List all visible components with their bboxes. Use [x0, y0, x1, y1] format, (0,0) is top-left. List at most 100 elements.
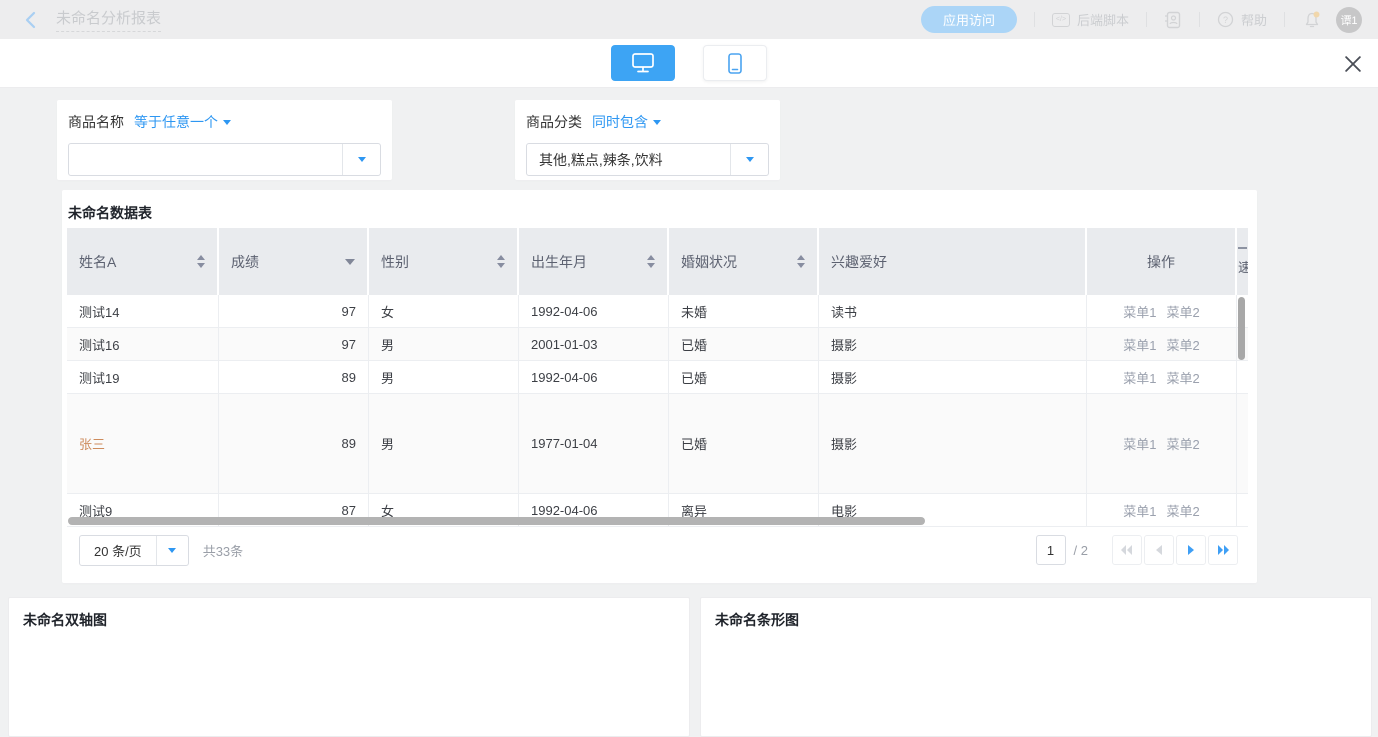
cell-name: 测试14	[67, 295, 219, 327]
pagination-bar: 20 条/页 共33条 / 2	[67, 534, 1252, 566]
sort-icon	[647, 255, 655, 268]
column-label: 姓名A	[79, 252, 116, 272]
filter-operator-label: 等于任意一个	[134, 112, 218, 132]
filter-value-input[interactable]	[69, 144, 342, 175]
divider	[1284, 12, 1285, 27]
filter-select-caret[interactable]	[730, 144, 768, 175]
menu2-link[interactable]: 菜单2	[1167, 434, 1200, 453]
report-title[interactable]: 未命名分析报表	[56, 7, 161, 32]
close-icon	[1345, 56, 1361, 72]
app-access-button[interactable]: 应用访问	[921, 6, 1017, 33]
menu2-link[interactable]: 菜单2	[1167, 302, 1200, 321]
cell-actions: 菜单1 菜单2	[1087, 328, 1237, 360]
cell-birth: 1992-04-06	[519, 295, 669, 327]
column-header-name[interactable]: 姓名A	[67, 228, 219, 295]
next-page-button[interactable]	[1176, 535, 1206, 565]
data-table-card: 未命名数据表 姓名A 成绩 性别 出生年月 婚姻状况	[62, 190, 1257, 583]
table-row: 测试14 97 女 1992-04-06 未婚 读书 菜单1 菜单2	[67, 295, 1248, 328]
cell-name: 测试16	[67, 328, 219, 360]
cell-gender: 男	[369, 361, 519, 393]
back-button[interactable]	[20, 9, 42, 31]
menu2-link[interactable]: 菜单2	[1167, 335, 1200, 354]
cell-actions: 菜单1 菜单2	[1087, 295, 1237, 327]
prev-page-button[interactable]	[1144, 535, 1174, 565]
menu2-link[interactable]: 菜单2	[1167, 368, 1200, 387]
chevron-down-icon	[358, 157, 366, 162]
help-icon: ?	[1217, 11, 1234, 28]
page-size-caret[interactable]	[156, 536, 188, 565]
column-label: 速	[1238, 257, 1248, 276]
topbar: 未命名分析报表 应用访问 </> 后端脚本 ? 帮助	[0, 0, 1378, 39]
page-nav-buttons	[1112, 535, 1238, 565]
backend-script-button[interactable]: </> 后端脚本	[1052, 10, 1129, 29]
backend-script-label: 后端脚本	[1077, 10, 1129, 29]
avatar[interactable]: 谭1	[1336, 7, 1362, 33]
cell-hobby: 读书	[819, 295, 1087, 327]
filter-value-select[interactable]	[68, 143, 381, 176]
cell-birth: 1977-01-04	[519, 394, 669, 493]
column-header-gender[interactable]: 性别	[369, 228, 519, 295]
close-preview-button[interactable]	[1342, 53, 1364, 75]
cell-name: 测试19	[67, 361, 219, 393]
cell-actions: 菜单1 菜单2	[1087, 494, 1237, 526]
cell-gender: 女	[369, 295, 519, 327]
divider	[1199, 12, 1200, 27]
mobile-view-button[interactable]	[703, 45, 767, 81]
cell-score: 89	[219, 394, 369, 493]
filter-operator-label: 同时包含	[592, 112, 648, 132]
page-size-select[interactable]: 20 条/页	[79, 535, 189, 566]
column-header-marital[interactable]: 婚姻状况	[669, 228, 819, 295]
bar-chart-card: 未命名条形图	[700, 597, 1372, 737]
double-chevron-left-icon	[1121, 545, 1133, 555]
column-header-birth[interactable]: 出生年月	[519, 228, 669, 295]
column-label: 性别	[381, 252, 409, 272]
filter-value-input[interactable]	[527, 144, 730, 175]
cell-actions: 菜单1 菜单2	[1087, 361, 1237, 393]
sort-desc-icon	[345, 259, 355, 265]
contacts-button[interactable]	[1164, 11, 1182, 29]
column-header-score[interactable]: 成绩	[219, 228, 369, 295]
column-header-hobby[interactable]: 兴趣爱好	[819, 228, 1087, 295]
filter-operator-dropdown[interactable]: 等于任意一个	[134, 112, 231, 132]
filter-value-select[interactable]	[526, 143, 769, 176]
help-button[interactable]: ? 帮助	[1217, 10, 1267, 29]
page-nav: / 2	[1036, 535, 1238, 565]
first-page-button[interactable]	[1112, 535, 1142, 565]
menu1-link[interactable]: 菜单1	[1123, 501, 1156, 520]
vertical-scrollbar[interactable]	[1238, 297, 1245, 360]
phone-icon	[728, 53, 742, 74]
last-page-button[interactable]	[1208, 535, 1238, 565]
clipped-sort-icon	[1238, 247, 1247, 249]
filter-card-product-category: 商品分类 同时包含	[515, 100, 780, 180]
desktop-view-button[interactable]	[611, 45, 675, 81]
table-row: 张三 89 男 1977-01-04 已婚 摄影 菜单1 菜单2	[67, 394, 1248, 494]
notifications-button[interactable]	[1302, 10, 1322, 30]
column-header-actions[interactable]: 操作	[1087, 228, 1237, 295]
cell-marital: 已婚	[669, 328, 819, 360]
menu1-link[interactable]: 菜单1	[1123, 335, 1156, 354]
menu1-link[interactable]: 菜单1	[1123, 434, 1156, 453]
cell-hobby: 摄影	[819, 361, 1087, 393]
monitor-icon	[632, 53, 654, 73]
total-count: 共33条	[203, 541, 243, 560]
bell-icon	[1302, 10, 1322, 30]
column-header-clipped[interactable]: 速	[1237, 228, 1248, 295]
menu2-link[interactable]: 菜单2	[1167, 501, 1200, 520]
cell-hobby: 摄影	[819, 394, 1087, 493]
menu1-link[interactable]: 菜单1	[1123, 302, 1156, 321]
page-number-input[interactable]	[1036, 535, 1066, 565]
chevron-down-icon	[223, 120, 231, 125]
filter-operator-dropdown[interactable]: 同时包含	[592, 112, 661, 132]
record-link[interactable]: 张三	[79, 434, 105, 453]
filter-select-caret[interactable]	[342, 144, 380, 175]
cell-clipped	[1237, 394, 1248, 493]
column-label: 婚姻状况	[681, 252, 737, 272]
filter-label: 商品分类	[526, 112, 582, 132]
chevron-right-icon	[1187, 545, 1195, 555]
chevron-down-icon	[653, 120, 661, 125]
cell-name: 张三	[67, 394, 219, 493]
horizontal-scrollbar[interactable]	[68, 517, 925, 525]
chart-title: 未命名条形图	[701, 598, 1371, 630]
menu1-link[interactable]: 菜单1	[1123, 368, 1156, 387]
chevron-left-icon	[23, 11, 39, 29]
